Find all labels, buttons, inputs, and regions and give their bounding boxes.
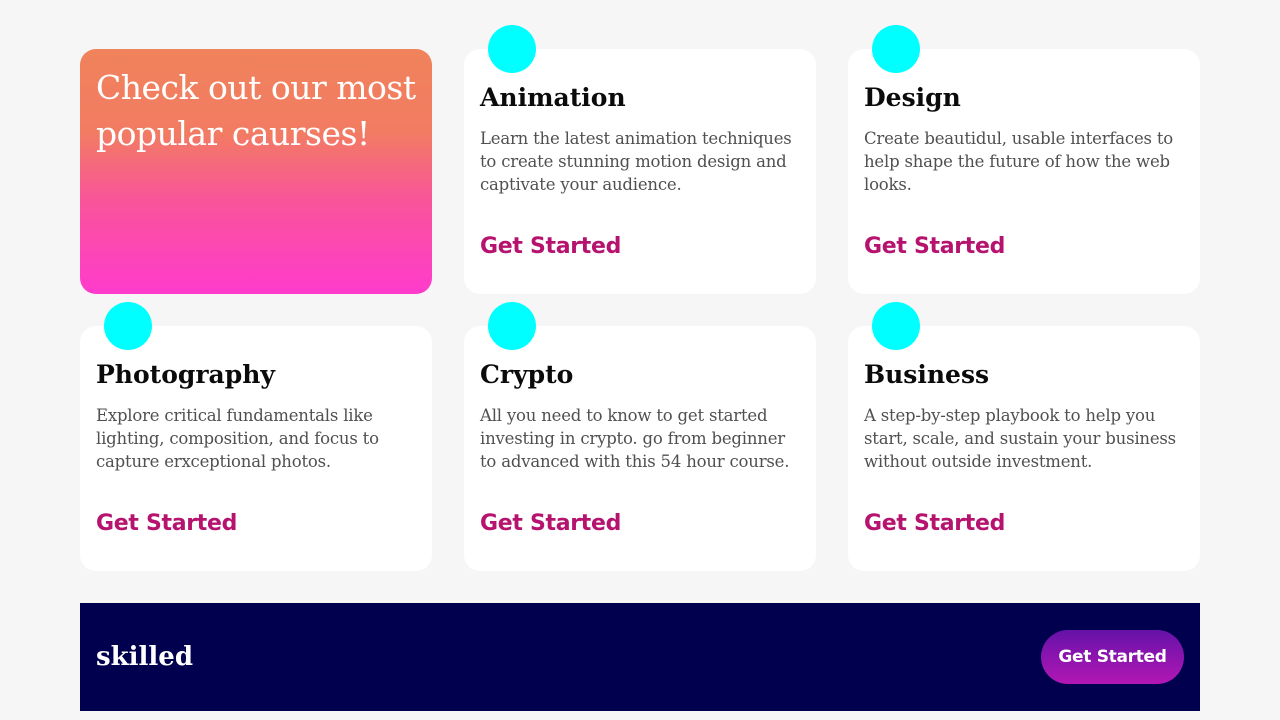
cyan-circle-icon: [872, 302, 920, 350]
course-description: All you need to know to get started inve…: [480, 406, 790, 471]
cyan-circle-icon: [488, 25, 536, 73]
get-started-button[interactable]: Get Started: [1041, 630, 1184, 684]
brand-logo[interactable]: skilled: [96, 642, 193, 672]
course-card-crypto: Crypto All you need to know to get start…: [464, 302, 816, 571]
cyan-circle-icon: [104, 302, 152, 350]
course-card-photography: Photography Explore critical fundamental…: [80, 302, 432, 571]
page: Check out our most popular caurses! Anim…: [0, 0, 1280, 720]
get-started-link[interactable]: Get Started: [864, 509, 1005, 539]
hero-card: Check out our most popular caurses!: [80, 49, 432, 294]
course-description: Learn the latest animation techniques to…: [480, 129, 792, 194]
course-card-design: Design Create beautidul, usable interfac…: [848, 25, 1200, 294]
course-card-business: Business A step-by-step playbook to help…: [848, 302, 1200, 571]
course-description: Explore critical fundamentals like light…: [96, 406, 379, 471]
get-started-link[interactable]: Get Started: [864, 232, 1005, 262]
course-description: A step-by-step playbook to help you star…: [864, 406, 1176, 471]
course-description: Create beautidul, usable interfaces to h…: [864, 129, 1174, 194]
get-started-link[interactable]: Get Started: [480, 509, 621, 539]
get-started-link[interactable]: Get Started: [480, 232, 621, 262]
get-started-link[interactable]: Get Started: [96, 509, 237, 539]
cyan-circle-icon: [488, 302, 536, 350]
course-grid: Check out our most popular caurses! Anim…: [80, 25, 1200, 571]
hero-title: Check out our most popular caurses!: [96, 68, 416, 153]
course-card-animation: Animation Learn the latest animation tec…: [464, 25, 816, 294]
cyan-circle-icon: [872, 25, 920, 73]
footer-bar: skilled Get Started: [80, 603, 1200, 711]
